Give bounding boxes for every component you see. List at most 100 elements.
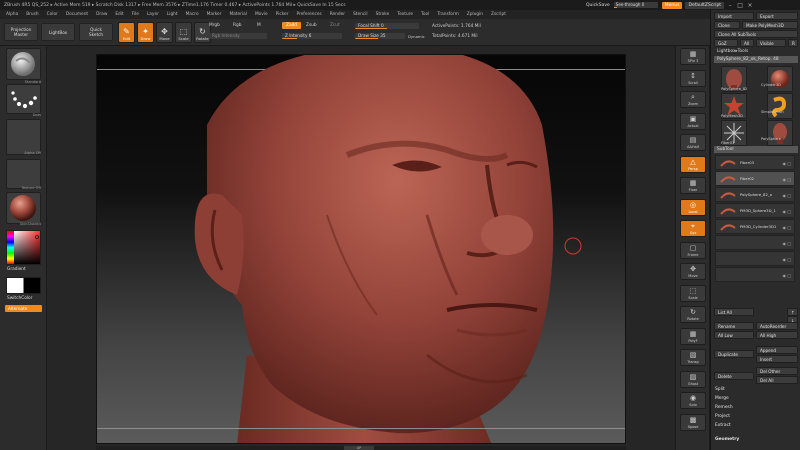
subtool-row[interactable]: PM3D_Sphere3D_1 ◉ □	[715, 203, 795, 218]
geometry-menu[interactable]: Geometry	[715, 437, 739, 442]
zcut-toggle[interactable]: Zcut	[330, 23, 340, 28]
rgb-intensity-slider[interactable]: Rgb Intensity	[209, 33, 267, 39]
shelf-aahalf-button[interactable]: ▤ AAHalf	[680, 134, 706, 151]
menu-edit[interactable]: Edit	[115, 12, 123, 17]
del-all-button[interactable]: Del All	[756, 376, 798, 384]
menu-render[interactable]: Render	[330, 12, 345, 17]
shelf-gyz-button[interactable]: ⌖ Gyz	[680, 220, 706, 237]
canvas-scrollbar[interactable]: AP	[96, 446, 626, 450]
shelf-solo-button[interactable]: ◉ Solo	[680, 392, 706, 409]
menu-transform[interactable]: Transform	[437, 12, 458, 17]
menu-marker[interactable]: Marker	[207, 12, 222, 17]
insert-button[interactable]: Insert	[756, 355, 798, 363]
shelf-move-button[interactable]: ✥ Move	[680, 263, 706, 280]
stroke-thumbnail[interactable]	[6, 84, 41, 114]
shelf-actual-button[interactable]: ▣ Actual	[680, 112, 706, 130]
draw-size-slider[interactable]: Draw Size 35	[355, 33, 405, 39]
visibility-eye-icon[interactable]: ◉ □	[782, 177, 791, 182]
default-zscript-button[interactable]: DefaultZScript	[685, 1, 725, 9]
shelf-rotate-button[interactable]: ↻ Rotate	[680, 306, 706, 323]
maximize-icon[interactable]: □	[736, 2, 744, 9]
shelf-scale-button[interactable]: ⬚ Scale	[680, 284, 706, 302]
menu-zscript[interactable]: Zscript	[491, 12, 506, 17]
shelf-polyf-button[interactable]: ▦ PolyF	[680, 327, 706, 345]
color-picker[interactable]	[6, 230, 41, 265]
menu-color[interactable]: Color	[47, 12, 58, 17]
menu-stroke[interactable]: Stroke	[376, 12, 390, 17]
switch-color-button[interactable]: SwitchColor	[7, 296, 32, 301]
menu-preferences[interactable]: Preferences	[296, 12, 321, 17]
shelf-floor-button[interactable]: ▦ Floor	[680, 177, 706, 194]
shelf-scroll-button[interactable]: ↕ Scroll	[680, 69, 706, 87]
quicksave-button[interactable]: QuickSave	[582, 3, 614, 8]
see-through-slider[interactable]: See-through 0	[613, 2, 658, 8]
shelf-frame-button[interactable]: ▢ Frame	[680, 241, 706, 259]
gradient-label[interactable]: Gradient	[7, 267, 26, 272]
shelf-spix-3-button[interactable]: ▦ SPix 3	[680, 48, 706, 65]
visibility-eye-icon[interactable]: ◉ □	[782, 273, 791, 278]
make-polymesh-button[interactable]: Make PolyMesh3D	[742, 21, 798, 29]
import-button[interactable]: Import	[714, 12, 754, 20]
tool-tile[interactable]	[767, 66, 793, 92]
alternate-button[interactable]: Alternate	[5, 305, 42, 312]
subtool-row[interactable]: Fiber03 ◉ □	[715, 155, 795, 170]
clone-button[interactable]: Clone	[714, 21, 740, 29]
shelf-transp-button[interactable]: ▧ Transp	[680, 349, 706, 366]
focal-shift-slider[interactable]: Focal Shift 0	[355, 23, 419, 29]
menu-draw[interactable]: Draw	[96, 12, 107, 17]
projection-master-button[interactable]: Projection Master	[4, 23, 38, 41]
shelf-ghost-button[interactable]: ▨ Ghost	[680, 370, 706, 388]
goz-button[interactable]: GoZ	[714, 39, 738, 47]
texture-thumbnail[interactable]	[6, 159, 41, 189]
subtool-row[interactable]: PM3D_Cylinder3D1 ◉ □	[715, 219, 795, 234]
rename-button[interactable]: Rename	[714, 322, 754, 330]
menu-alpha[interactable]: Alpha	[6, 12, 18, 17]
menu-layer[interactable]: Layer	[147, 12, 159, 17]
scale-tool-button[interactable]: ⬚ Scale	[175, 22, 192, 43]
tool-tile[interactable]	[767, 120, 793, 146]
visibility-eye-icon[interactable]: ◉ □	[782, 225, 791, 230]
menus-button[interactable]: Menus	[661, 1, 683, 9]
current-tool-slider[interactable]: PolySphere_82_ok_Retop. 48	[714, 56, 798, 63]
mrgb-toggle[interactable]: Mrgb	[209, 23, 220, 28]
list-all-button[interactable]: List All	[714, 308, 754, 316]
clone-all-subtools-button[interactable]: Clone All SubTools	[714, 30, 798, 38]
material-thumbnail[interactable]	[6, 192, 41, 224]
menu-brush[interactable]: Brush	[26, 12, 38, 17]
all-high-button[interactable]: All High	[756, 331, 798, 339]
del-other-button[interactable]: Del Other	[756, 367, 798, 375]
quick-sketch-button[interactable]: Quick Sketch	[79, 23, 113, 41]
menu-file[interactable]: File	[132, 12, 139, 17]
menu-stencil[interactable]: Stencil	[353, 12, 368, 17]
project-menu[interactable]: Project	[715, 414, 730, 419]
visible-button[interactable]: Visible	[756, 39, 786, 47]
shelf-zoom-button[interactable]: ⌕ Zoom	[680, 91, 706, 108]
dynamic-toggle[interactable]: Dynamic	[408, 34, 425, 39]
tool-tile[interactable]	[767, 93, 793, 119]
close-icon[interactable]: ×	[746, 2, 754, 9]
lightbox-tools-button[interactable]: Lightbox▸Tools	[714, 48, 798, 55]
visibility-eye-icon[interactable]: ◉ □	[782, 257, 791, 262]
menu-document[interactable]: Document	[66, 12, 88, 17]
subtool-row[interactable]: ◉ □	[715, 251, 795, 266]
goz-all-button[interactable]: All	[740, 39, 754, 47]
visibility-eye-icon[interactable]: ◉ □	[782, 241, 791, 246]
subtool-up-arrow-icon[interactable]: ↑	[787, 308, 798, 316]
subtool-row[interactable]: ◉ □	[715, 235, 795, 250]
r-button[interactable]: R	[788, 39, 798, 47]
export-button[interactable]: Export	[756, 12, 798, 20]
zadd-toggle[interactable]: Zadd	[282, 22, 302, 29]
color-swatches[interactable]	[6, 277, 41, 294]
menu-material[interactable]: Material	[229, 12, 246, 17]
lightbox-button[interactable]: LightBox	[41, 23, 75, 41]
rgb-toggle[interactable]: Rgb	[233, 23, 241, 28]
brush-thumbnail[interactable]	[6, 48, 41, 80]
subtool-header[interactable]: SubTool	[714, 146, 798, 153]
delete-button[interactable]: Delete	[714, 372, 754, 380]
minimize-icon[interactable]: –	[726, 2, 734, 9]
zsub-toggle[interactable]: Zsub	[306, 23, 317, 28]
scroll-grip[interactable]: AP	[344, 446, 374, 450]
append-button[interactable]: Append	[756, 346, 798, 354]
menu-picker[interactable]: Picker	[276, 12, 289, 17]
visibility-eye-icon[interactable]: ◉ □	[782, 161, 791, 166]
